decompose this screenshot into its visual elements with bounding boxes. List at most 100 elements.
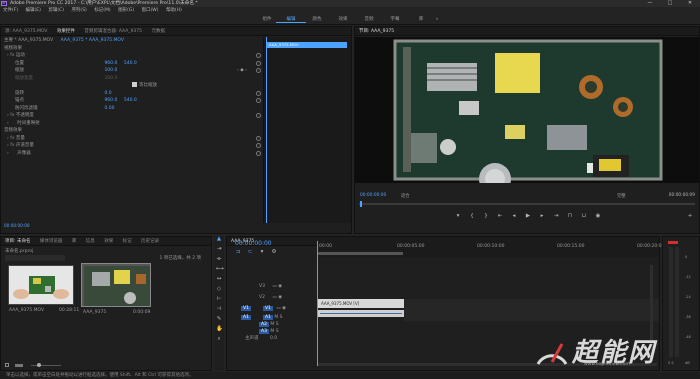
tab-project[interactable]: 项目: 未命名 — [1, 237, 34, 245]
position-x-value[interactable]: 960.0 — [104, 60, 122, 68]
source-label[interactable]: 主要 * AAA_9375.MOV — [4, 38, 53, 43]
play-icon[interactable]: ▶ — [525, 213, 531, 219]
timeline-settings-icon[interactable]: ⚙ — [271, 249, 277, 255]
reset-channel-volume-icon[interactable] — [256, 143, 261, 148]
source-patch-v1[interactable]: V1 — [241, 306, 251, 311]
out-icon[interactable]: } — [483, 213, 489, 219]
anti-flicker-value[interactable]: 0.00 — [104, 106, 114, 111]
list-view-icon[interactable] — [15, 364, 23, 367]
project-search-input[interactable] — [5, 255, 65, 261]
goto-in-icon[interactable]: ⇤ — [497, 213, 503, 219]
tab-program[interactable]: 节目: AAA_9375 — [355, 27, 398, 35]
program-scrubber[interactable] — [359, 203, 695, 205]
volume-row[interactable]: › fx 音量 — [1, 135, 263, 143]
reset-volume-icon[interactable] — [256, 135, 261, 141]
track-v1[interactable]: V1 V1 ▭ ◉ — [227, 303, 315, 314]
zoom-slider-thumb[interactable] — [37, 363, 41, 367]
panner-row[interactable]: › 声像器 — [1, 150, 263, 158]
reset-rotation-icon[interactable] — [256, 90, 261, 96]
extract-icon[interactable]: ⊔ — [581, 213, 587, 219]
project-item-1-name[interactable]: AAA_9375.MOV — [9, 308, 44, 313]
sync-lock-icon[interactable]: ▭ — [272, 284, 276, 289]
ecp-playhead[interactable] — [266, 37, 267, 223]
channel-volume-row[interactable]: › fx 声道音量 — [1, 142, 263, 150]
menu-edit[interactable]: 编辑(E) — [26, 8, 41, 13]
tab-metadata[interactable]: 元数据 — [147, 27, 169, 35]
anchor-y-value[interactable]: 540.0 — [124, 98, 137, 103]
tab-effects[interactable]: 效果 — [100, 237, 117, 245]
step-back-icon[interactable]: ◂ — [511, 213, 517, 219]
reset-scale-icon[interactable] — [256, 68, 261, 73]
export-frame-icon[interactable]: ◉ — [595, 213, 601, 219]
effect-clip-bar[interactable]: AAA_9375.MOV — [267, 42, 347, 48]
rolling-edit-tool-icon[interactable]: ⟷ — [216, 266, 224, 272]
pen-tool-icon[interactable]: ✎ — [216, 316, 222, 322]
menu-marker[interactable]: 标记(M) — [94, 8, 110, 13]
in-icon[interactable]: { — [469, 213, 475, 219]
track-a1[interactable]: A1 A1 M S — [227, 314, 315, 321]
menu-help[interactable]: 帮助(H) — [166, 8, 182, 13]
slip-tool-icon[interactable]: ⊢ — [216, 296, 222, 302]
position-y-value[interactable]: 540.0 — [124, 61, 137, 66]
tab-markers[interactable]: 标记 — [119, 237, 136, 245]
menu-graphics[interactable]: 图形(G) — [118, 8, 134, 13]
time-ruler[interactable]: 00:00 00:00:05:00 00:00:10:00 00:00:15:0… — [317, 241, 664, 257]
zoom-slider[interactable] — [31, 365, 61, 366]
project-thumb-2[interactable] — [81, 263, 151, 307]
track-v3[interactable]: V3 ▭ ◉ — [227, 281, 315, 292]
effect-controls-timecode[interactable]: 00:00:00:00 — [4, 223, 30, 228]
workspace-more[interactable]: » — [432, 16, 442, 23]
track-master[interactable]: 主声道 0.0 — [227, 335, 315, 342]
uniform-scale-checkbox[interactable] — [132, 82, 137, 87]
tab-effect-controls[interactable]: 效果控件 — [53, 27, 79, 35]
reset-panner-icon[interactable] — [256, 150, 261, 156]
keyframe-nav-icon[interactable]: ‹ ◆ › — [237, 67, 247, 75]
lift-icon[interactable]: ⊓ — [567, 213, 573, 219]
program-video-area[interactable] — [355, 37, 699, 183]
video-clip[interactable]: AAA_9375.MOV [V] — [318, 299, 404, 308]
hand-tool-icon[interactable]: ✋ — [216, 326, 223, 332]
zoom-tool-icon[interactable]: ⌕ — [216, 336, 222, 342]
tab-history[interactable]: 历史记录 — [137, 237, 163, 245]
tab-info[interactable]: 信息 — [82, 237, 99, 245]
sequence-label[interactable]: AAA_9375 * AAA_9375.MOV — [61, 38, 124, 43]
reset-position-icon[interactable] — [256, 60, 261, 66]
razor-tool-icon[interactable]: ◇ — [216, 286, 222, 292]
slide-tool-icon[interactable]: ⊣ — [216, 306, 222, 312]
audio-clip[interactable] — [318, 310, 404, 317]
clip-indicator[interactable] — [668, 241, 678, 244]
empty-track-area[interactable] — [404, 299, 659, 321]
minimize-button[interactable]: — — [640, 0, 660, 7]
scale-value[interactable]: 100.0 — [104, 68, 117, 73]
tab-media-browser[interactable]: 媒体浏览器 — [36, 237, 67, 245]
track-a2[interactable]: A2 M S — [227, 321, 315, 328]
resolution-dropdown[interactable]: 完整 — [617, 193, 626, 199]
motion-row[interactable]: › fx 运动 — [1, 52, 263, 60]
marker-icon[interactable]: ▾ — [455, 213, 461, 219]
eye-icon[interactable]: ◉ — [278, 284, 282, 289]
tab-audio-mixer[interactable]: 音频剪辑混合器: AAA_9375 — [80, 27, 146, 35]
menu-file[interactable]: 文件(F) — [3, 8, 18, 13]
lock-icon[interactable] — [5, 363, 9, 367]
project-item-2-name[interactable]: AAA_9375 — [83, 310, 106, 315]
step-forward-icon[interactable]: ▸ — [539, 213, 545, 219]
tab-libraries[interactable]: 库 — [68, 237, 81, 245]
close-button[interactable]: ✕ — [680, 0, 700, 7]
ripple-edit-tool-icon[interactable]: ⟛ — [216, 256, 222, 262]
reset-motion-icon[interactable] — [256, 53, 261, 58]
timeline-timecode[interactable]: 00:00:00:00 — [235, 240, 272, 247]
tab-source[interactable]: 源: AAA_9375.MOV — [1, 27, 52, 35]
anchor-x-value[interactable]: 960.0 — [104, 97, 122, 105]
track-select-tool-icon[interactable]: ⇥ — [216, 246, 222, 252]
program-playhead[interactable] — [360, 201, 362, 207]
fit-dropdown[interactable]: 适合 — [401, 193, 410, 199]
linked-selection-icon[interactable]: ⊂ — [247, 249, 253, 255]
track-a3[interactable]: A3 M S — [227, 328, 315, 335]
add-marker-icon[interactable]: ▾ — [259, 249, 265, 255]
track-v2[interactable]: V2 ▭ ◉ — [227, 292, 315, 303]
project-thumb-1[interactable] — [8, 265, 74, 305]
selection-tool-icon[interactable]: ▲ — [216, 236, 222, 242]
add-button-icon[interactable]: + — [687, 213, 693, 219]
menu-clip[interactable]: 剪辑(C) — [48, 8, 64, 13]
time-remap-row[interactable]: › 时间重映射 — [1, 120, 263, 128]
